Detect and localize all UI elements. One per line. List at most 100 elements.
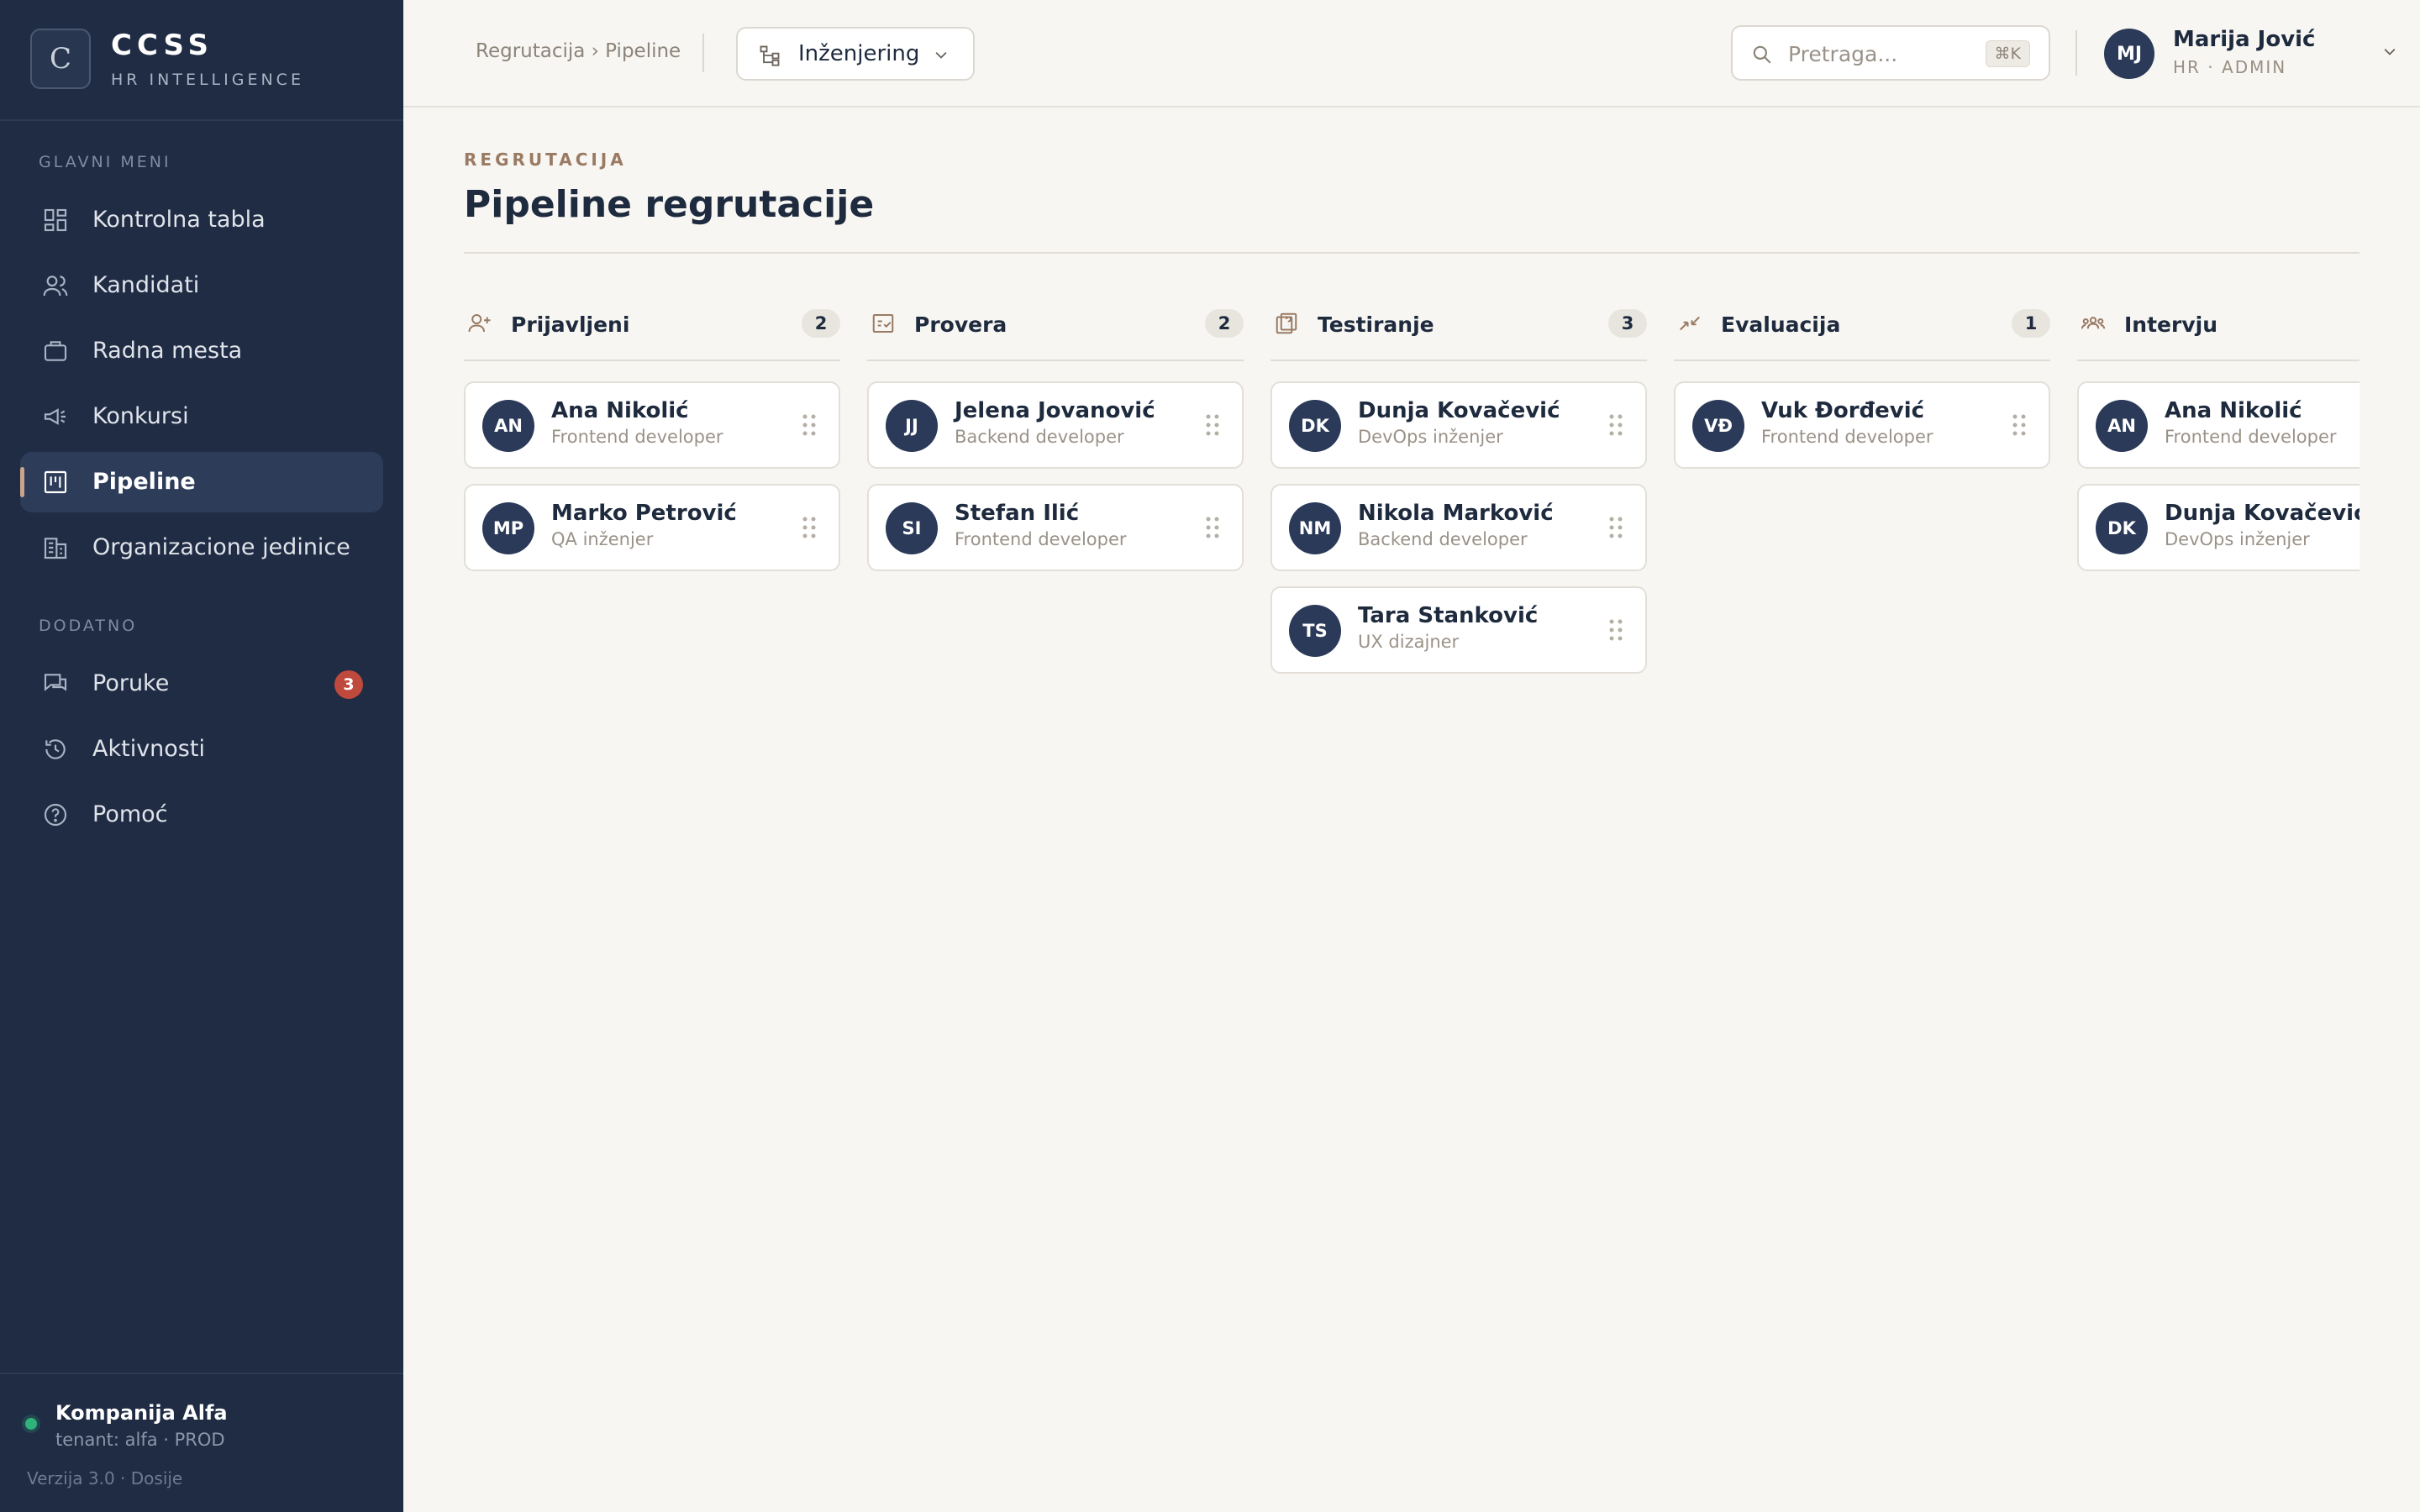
candidate-card[interactable]: NM Nikola Marković Backend developer — [1270, 484, 1647, 571]
candidate-role: Frontend developer — [551, 427, 723, 447]
breadcrumb[interactable]: Regrutacija › Pipeline — [476, 40, 681, 62]
candidate-name: Dunja Kovačević — [1358, 398, 1560, 423]
megaphone-icon — [42, 403, 69, 430]
candidate-name: Nikola Marković — [1358, 501, 1554, 526]
drag-handle-icon[interactable] — [1608, 413, 1623, 437]
avatar: SI — [886, 502, 938, 554]
avatar: MJ — [2104, 29, 2154, 79]
candidate-role: Frontend developer — [2165, 427, 2337, 447]
candidate-card[interactable]: MP Marko Petrović QA inženjer — [464, 484, 840, 571]
search-icon — [1751, 44, 1773, 66]
merge-icon — [1677, 311, 1702, 336]
avatar: MP — [482, 502, 534, 554]
candidate-name: Vuk Đorđević — [1761, 398, 1925, 423]
brand-logo[interactable]: C — [30, 29, 91, 89]
candidate-card[interactable]: DK Dunja Kovačević DevOps inženjer — [2077, 484, 2360, 571]
sidebar-item-messages[interactable]: Poruke 3 — [20, 654, 383, 714]
sidebar-item-label: Radna mesta — [92, 338, 243, 364]
page-title: Pipeline regrutacije — [464, 183, 875, 226]
candidate-role: Backend developer — [955, 427, 1124, 447]
candidate-name: Tara Stanković — [1358, 603, 1539, 628]
pipeline-board: Prijavljeni 2 AN Ana Nikolić Frontend de… — [464, 302, 2360, 722]
column-title: Prijavljeni — [511, 312, 630, 337]
candidate-name: Ana Nikolić — [551, 398, 689, 423]
column-title: Evaluacija — [1721, 312, 1841, 337]
column-header: Prijavljeni 2 — [464, 302, 840, 361]
sidebar-item-label: Kontrolna tabla — [92, 207, 266, 233]
unread-badge: 3 — [334, 670, 363, 699]
org-chart-icon — [758, 44, 781, 67]
sidebar-item-help[interactable]: Pomoć — [20, 785, 383, 845]
user-plus-icon — [467, 311, 492, 336]
tenant-environment: tenant: alfa · PROD — [55, 1430, 225, 1450]
nav-section-main: GLAVNI MENI — [39, 153, 171, 171]
tenant-name: Kompanija Alfa — [55, 1401, 228, 1425]
avatar: AN — [482, 400, 534, 452]
sidebar-item-label: Poruke — [92, 670, 170, 696]
candidate-name: Ana Nikolić — [2165, 398, 2302, 423]
avatar: AN — [2096, 400, 2148, 452]
user-name: Marija Jović — [2173, 27, 2316, 52]
candidate-card[interactable]: VĐ Vuk Đorđević Frontend developer — [1674, 381, 2050, 469]
column-header: Testiranje 3 — [1270, 302, 1647, 361]
candidate-role: Frontend developer — [1761, 427, 1933, 447]
divider — [464, 252, 2360, 254]
candidate-card[interactable]: DK Dunja Kovačević DevOps inženjer — [1270, 381, 1647, 469]
column-title: Provera — [914, 312, 1007, 337]
drag-handle-icon[interactable] — [1205, 516, 1220, 539]
candidate-name: Stefan Ilić — [955, 501, 1080, 526]
chevron-down-icon — [2381, 44, 2398, 60]
candidate-role: Frontend developer — [955, 529, 1127, 549]
sidebar-item-label: Konkursi — [92, 403, 189, 429]
dashboard-icon — [42, 207, 69, 234]
sidebar: C CCSS HR INTELLIGENCE GLAVNI MENI Kontr… — [0, 0, 403, 1512]
brand-subtitle: HR INTELLIGENCE — [111, 71, 304, 89]
header-divider — [702, 34, 704, 72]
sidebar-item-dashboard[interactable]: Kontrolna tabla — [20, 190, 383, 250]
search-box[interactable]: ⌘K — [1731, 25, 2050, 81]
sidebar-item-org-units[interactable]: Organizacione jedinice — [20, 517, 383, 578]
sidebar-item-label: Pipeline — [92, 469, 196, 495]
version-text: Verzija 3.0 · Dosije — [27, 1468, 183, 1488]
sidebar-item-candidates[interactable]: Kandidati — [20, 255, 383, 316]
column-header: Evaluacija 1 — [1674, 302, 2050, 361]
candidate-role: DevOps inženjer — [1358, 427, 1503, 447]
candidate-role: DevOps inženjer — [2165, 529, 2310, 549]
candidate-name: Dunja Kovačević — [2165, 501, 2360, 526]
drag-handle-icon[interactable] — [802, 516, 817, 539]
department-select[interactable]: Inženjering — [736, 27, 975, 81]
sidebar-item-activities[interactable]: Aktivnosti — [20, 719, 383, 780]
candidate-card[interactable]: TS Tara Stanković UX dizajner — [1270, 586, 1647, 674]
users-icon — [42, 272, 69, 299]
test-icon — [1274, 311, 1299, 336]
sidebar-item-competitions[interactable]: Konkursi — [20, 386, 383, 447]
drag-handle-icon[interactable] — [802, 413, 817, 437]
sidebar-item-jobs[interactable]: Radna mesta — [20, 321, 383, 381]
briefcase-icon — [42, 338, 69, 365]
help-icon — [42, 801, 69, 828]
user-menu[interactable]: MJ Marija Jović HR · ADMIN — [2104, 24, 2407, 84]
page-eyebrow: REGRUTACIJA — [464, 150, 627, 170]
drag-handle-icon[interactable] — [1608, 516, 1623, 539]
candidate-card[interactable]: AN Ana Nikolić Frontend developer — [2077, 381, 2360, 469]
search-input[interactable] — [1788, 39, 1956, 69]
candidate-name: Marko Petrović — [551, 501, 737, 526]
avatar: JJ — [886, 400, 938, 452]
drag-handle-icon[interactable] — [2012, 413, 2027, 437]
sidebar-item-label: Kandidati — [92, 272, 200, 298]
column-title: Testiranje — [1318, 312, 1434, 337]
drag-handle-icon[interactable] — [1205, 413, 1220, 437]
candidate-card[interactable]: SI Stefan Ilić Frontend developer — [867, 484, 1244, 571]
candidate-card[interactable]: AN Ana Nikolić Frontend developer — [464, 381, 840, 469]
avatar: NM — [1289, 502, 1341, 554]
candidate-card[interactable]: JJ Jelena Jovanović Backend developer — [867, 381, 1244, 469]
nav-section-extra: DODATNO — [39, 617, 138, 635]
drag-handle-icon[interactable] — [1608, 618, 1623, 642]
status-online-dot — [25, 1418, 37, 1430]
sidebar-item-pipeline[interactable]: Pipeline — [20, 452, 383, 512]
group-icon — [2081, 311, 2106, 336]
avatar: VĐ — [1692, 400, 1744, 452]
department-select-value: Inženjering — [798, 41, 920, 66]
brand-name: CCSS — [111, 29, 213, 62]
brand: C CCSS HR INTELLIGENCE — [0, 0, 403, 121]
